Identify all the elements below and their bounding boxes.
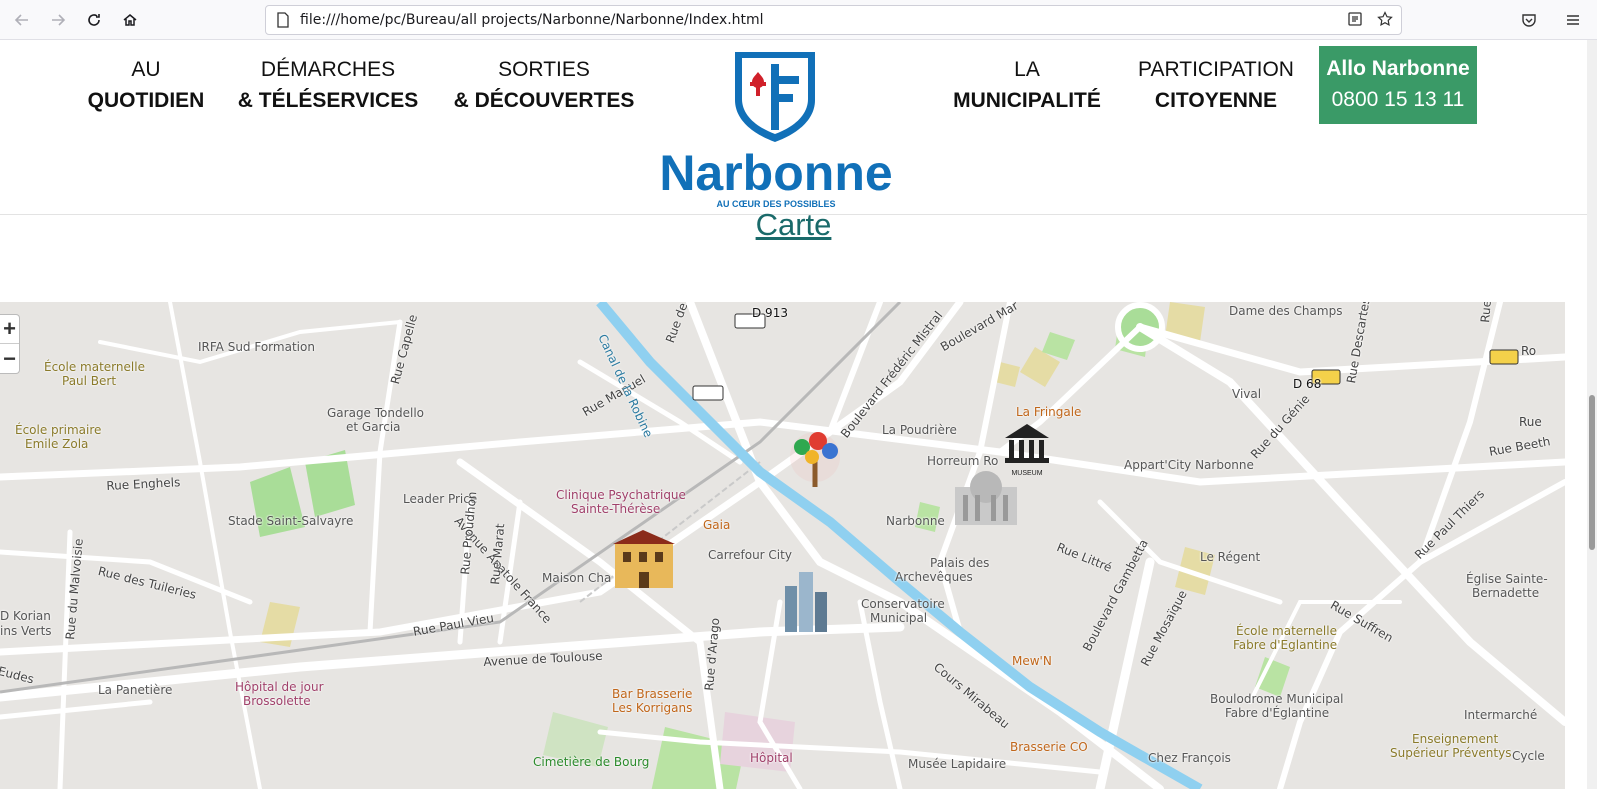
menu-line2: MUNICIPALITÉ	[953, 89, 1101, 112]
map-label: Gaia	[703, 518, 731, 532]
map-label: D 913	[752, 306, 788, 320]
map-label: Garage Tondello	[327, 406, 425, 420]
back-arrow-icon[interactable]	[4, 2, 40, 38]
map-label: Paul Bert	[62, 374, 117, 388]
map-label: Bar Brasserie	[612, 687, 693, 701]
map-label: Cycle	[1512, 749, 1545, 763]
map-label: Hôpital de jour	[235, 680, 324, 694]
page-icon	[277, 12, 289, 28]
map-canvas: MUSEUM	[0, 302, 1565, 789]
menu-line2: & TÉLÉSERVICES	[237, 89, 419, 112]
map-label: Cimetière de Bourg	[533, 755, 650, 769]
pocket-icon[interactable]	[1511, 2, 1547, 38]
menu-line2: & DÉCOUVERTES	[453, 89, 635, 112]
reload-icon[interactable]	[76, 2, 112, 38]
svg-text:MUSEUM: MUSEUM	[1011, 470, 1042, 477]
map-label: Musée Lapidaire	[908, 757, 1007, 771]
map-label: Fabre d'Églantine	[1225, 706, 1330, 720]
menu-line1: SORTIES	[498, 58, 590, 81]
museum-marker-icon[interactable]: MUSEUM	[1005, 424, 1049, 477]
allo-title: Allo Narbonne	[1326, 57, 1470, 80]
map-label: Clinique Psychatrique	[556, 488, 686, 502]
logo-wordmark: Narbonne	[659, 145, 892, 201]
map-label: ins Verts	[0, 624, 52, 638]
map-label: Narbonne	[886, 514, 945, 528]
map-label: Archevêques	[895, 570, 973, 584]
map-label: Conservatoire	[861, 597, 945, 611]
skyscraper-marker-icon[interactable]	[785, 572, 827, 632]
zoom-out-button[interactable]: −	[0, 344, 19, 373]
address-bar[interactable]: file:///home/pc/Bureau/all projects/Narb…	[265, 5, 1402, 35]
narbonne-logo[interactable]: Narbonne AU CŒUR DES POSSIBLES	[650, 50, 902, 210]
page-scrollbar-thumb[interactable]	[1589, 395, 1595, 550]
map-label: La Fringale	[1016, 405, 1082, 419]
map-label: École primaire	[15, 423, 102, 437]
map-label: Stade Saint-Salvayre	[228, 514, 354, 528]
map-zoom-controls: + −	[0, 314, 20, 374]
map-label: Brasserie CO	[1010, 740, 1088, 754]
site-header: AU QUOTIDIEN DÉMARCHES & TÉLÉSERVICES SO…	[0, 40, 1587, 215]
menu-demarches[interactable]: DÉMARCHES & TÉLÉSERVICES	[232, 54, 424, 116]
map-label: Rue	[1519, 415, 1542, 429]
map-label: Fabre d'Eglantine	[1233, 638, 1338, 652]
allo-narbonne-button[interactable]: Allo Narbonne 0800 15 13 11	[1319, 46, 1477, 124]
map-label: Vival	[1232, 387, 1262, 401]
map-label: Mew'N	[1012, 654, 1052, 668]
map-label: Enseignement	[1412, 732, 1499, 746]
menu-line2: QUOTIDIEN	[87, 89, 205, 112]
menu-line2: CITOYENNE	[1154, 89, 1278, 112]
map-label: École maternelle	[44, 360, 145, 374]
map-label: La Panetière	[98, 683, 173, 697]
map-label: Le Régent	[1200, 550, 1261, 564]
tree-marker-icon[interactable]	[790, 432, 840, 487]
map-label: Appart'City Narbonne	[1124, 458, 1254, 472]
map-label: Chez François	[1148, 751, 1231, 765]
menu-line1: DÉMARCHES	[260, 58, 396, 81]
menu-participation[interactable]: PARTICIPATION CITOYENNE	[1132, 54, 1300, 116]
url-text: file:///home/pc/Bureau/all projects/Narb…	[300, 12, 764, 28]
bookmark-star-icon[interactable]	[1377, 11, 1393, 27]
map-label: Brossolette	[243, 694, 311, 708]
menu-line1: LA	[1014, 58, 1040, 81]
forward-arrow-icon[interactable]	[40, 2, 76, 38]
map-label: La Poudrière	[882, 423, 957, 437]
map-label: Carrefour City	[708, 548, 792, 562]
menu-municipalite[interactable]: LA MUNICIPALITÉ	[952, 54, 1102, 116]
carte-link[interactable]: Carte	[0, 207, 1587, 243]
reader-view-icon[interactable]	[1347, 11, 1363, 27]
map-label: et Garcia	[346, 420, 401, 434]
map-label: Ro	[1521, 344, 1537, 358]
map-label: Église Sainte-	[1466, 572, 1548, 586]
city-map[interactable]: MUSEUM IRFA Sud Formation École maternel…	[0, 302, 1565, 789]
map-label: Bernadette	[1472, 586, 1540, 600]
hamburger-menu-icon[interactable]	[1555, 2, 1591, 38]
map-label: Horreum Ro	[927, 454, 999, 468]
menu-line1: PARTICIPATION	[1138, 58, 1294, 81]
menu-sorties[interactable]: SORTIES & DÉCOUVERTES	[446, 54, 642, 116]
home-icon[interactable]	[112, 2, 148, 38]
map-label: D 68	[1293, 377, 1322, 391]
map-label: Hôpital	[750, 751, 793, 765]
map-label: Emile Zola	[25, 437, 89, 451]
map-label: École maternelle	[1236, 624, 1337, 638]
map-label: D Korian	[0, 609, 51, 623]
map-label: Sainte-Thérèse	[571, 502, 661, 516]
map-label: Municipal	[870, 611, 928, 625]
menu-line1: AU	[131, 58, 161, 81]
map-label: Intermarché	[1464, 708, 1538, 722]
map-label: Dame des Champs	[1229, 304, 1343, 318]
map-label: Les Korrigans	[612, 701, 693, 715]
zoom-in-button[interactable]: +	[0, 315, 19, 344]
map-label: Boulodrome Municipal	[1210, 692, 1344, 706]
map-label: Palais des	[930, 556, 990, 570]
menu-au-quotidien[interactable]: AU QUOTIDIEN	[82, 54, 210, 116]
map-label: IRFA Sud Formation	[198, 340, 315, 354]
browser-toolbar: file:///home/pc/Bureau/all projects/Narb…	[0, 0, 1597, 40]
allo-phone: 0800 15 13 11	[1331, 88, 1465, 111]
map-label: Supérieur Préventys	[1390, 746, 1512, 760]
cathedral-marker-icon[interactable]	[955, 471, 1017, 525]
map-label: Maison Cha	[542, 571, 612, 585]
